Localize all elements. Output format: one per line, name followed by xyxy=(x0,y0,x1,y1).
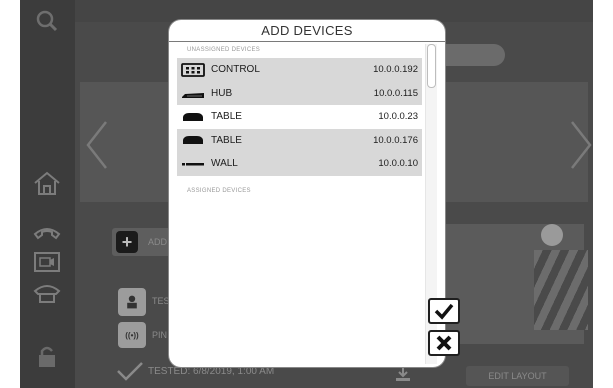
phone-hangup-icon[interactable] xyxy=(32,220,62,246)
hub-icon xyxy=(181,86,205,100)
device-name: WALL xyxy=(211,158,238,170)
dialog-title: ADD DEVICES xyxy=(169,20,445,42)
device-row[interactable]: CONTROL 10.0.0.192 xyxy=(177,58,422,82)
device-name: HUB xyxy=(211,87,233,99)
table-mic-icon xyxy=(181,133,205,147)
user-badge-icon xyxy=(118,288,146,316)
wall-bar-icon xyxy=(181,157,205,171)
check-icon xyxy=(117,362,143,381)
unassigned-devices-label: UNASSIGNED DEVICES xyxy=(187,47,261,53)
scrollbar-thumb[interactable] xyxy=(427,44,436,88)
device-row[interactable]: HUB 10.0.0.115 xyxy=(177,81,422,105)
home-icon[interactable] xyxy=(32,170,62,196)
control-panel-icon xyxy=(181,62,205,77)
ping-signal-icon[interactable]: ((•)) xyxy=(118,322,146,348)
background-ping-label: PIN xyxy=(152,330,168,340)
table-mic-icon xyxy=(181,110,205,124)
device-name: TABLE xyxy=(211,111,242,123)
tested-status: TESTED: 6/8/2019, 1:00 AM xyxy=(148,366,275,377)
device-ip: 10.0.0.192 xyxy=(373,64,418,76)
chevron-left-icon[interactable] xyxy=(84,118,110,172)
confirm-button[interactable] xyxy=(428,298,460,324)
device-ip: 10.0.0.115 xyxy=(373,87,418,99)
lock-icon[interactable] xyxy=(32,343,62,369)
conference-phone-icon[interactable] xyxy=(32,279,62,305)
chevron-right-icon[interactable] xyxy=(568,118,594,172)
device-row[interactable]: TABLE 10.0.0.176 xyxy=(177,128,422,152)
device-ip: 10.0.0.10 xyxy=(378,158,418,170)
download-icon[interactable] xyxy=(394,366,412,382)
app-screen: + ADD TES ((•)) PIN TESTED: 6/8/2019, 1:… xyxy=(0,0,613,388)
close-icon xyxy=(436,335,452,351)
search-icon[interactable] xyxy=(32,8,62,34)
add-devices-dialog: ADD DEVICES UNASSIGNED DEVICES CONTROL 10… xyxy=(169,20,445,367)
device-name: TABLE xyxy=(211,134,242,146)
device-ip: 10.0.0.23 xyxy=(378,111,418,123)
device-ip: 10.0.0.176 xyxy=(373,134,418,146)
checkmark-icon xyxy=(434,303,454,320)
background-tested-label: TES xyxy=(152,296,170,306)
device-row[interactable]: WALL 10.0.0.10 xyxy=(177,152,422,176)
edit-layout-button[interactable]: EDIT LAYOUT xyxy=(466,366,569,386)
cancel-button[interactable] xyxy=(428,330,460,356)
device-row[interactable]: TABLE 10.0.0.23 xyxy=(177,105,422,129)
video-camera-icon[interactable] xyxy=(32,249,62,275)
background-stripes xyxy=(534,250,588,330)
unassigned-device-list: CONTROL 10.0.0.192 HUB 10.0.0.115 TABLE 10.0.… xyxy=(177,58,422,176)
device-name: CONTROL xyxy=(211,64,260,76)
background-topbar xyxy=(75,0,593,22)
target-icon[interactable] xyxy=(541,224,563,246)
assigned-devices-label: ASSIGNED DEVICES xyxy=(187,188,251,194)
plus-icon: + xyxy=(116,231,138,253)
background-add-label: ADD xyxy=(148,237,168,247)
